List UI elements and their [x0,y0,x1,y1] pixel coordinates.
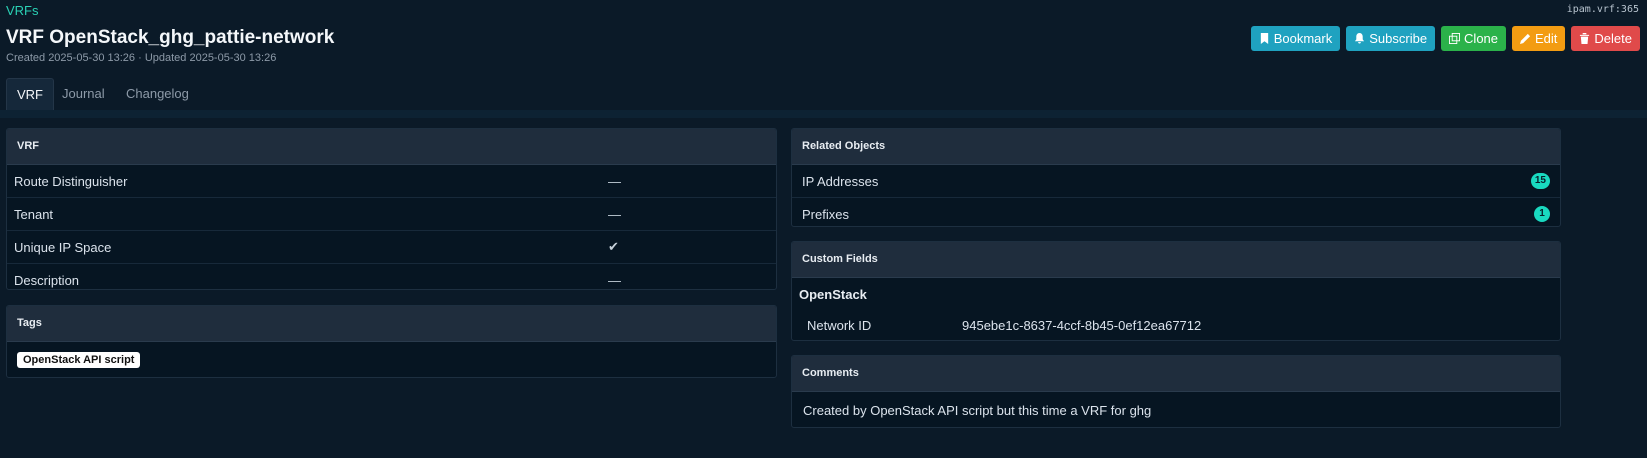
custom-field-row: Network ID 945ebe1c-8637-4ccf-8b45-0ef12… [792,309,1560,340]
bookmark-button-label: Bookmark [1273,31,1333,46]
attr-row-description: Description — [7,264,776,289]
copy-icon [1449,33,1461,44]
bookmark-icon [1260,33,1268,44]
pencil-icon [1520,33,1531,44]
edit-button[interactable]: Edit [1512,26,1566,51]
page-timestamps: Created 2025-05-30 13:26 · Updated 2025-… [6,52,277,64]
subscribe-button[interactable]: Subscribe [1346,26,1436,51]
count-badge: 15 [1530,173,1550,189]
bell-icon [1355,33,1365,44]
tags-card: Tags OpenStack API script [6,305,777,378]
vrf-card-header: VRF [7,129,776,165]
page-title: VRF OpenStack_ghg_pattie-network [6,27,335,48]
edit-button-label: Edit [1535,31,1558,46]
attr-value: — [608,206,621,222]
related-row-prefixes[interactable]: Prefixes 1 [792,198,1560,226]
attr-row-route-distinguisher: Route Distinguisher — [7,165,776,198]
attr-value: — [608,272,621,288]
attr-row-tenant: Tenant — [7,198,776,231]
comment-text: Created by OpenStack API script but this… [803,403,1152,418]
custom-field-label: Network ID [807,317,872,333]
object-actions: Bookmark Subscribe Clone Edit Delete [1250,26,1640,51]
delete-button[interactable]: Delete [1571,26,1640,51]
object-identifier: ipam.vrf:365 [1566,4,1639,15]
clone-button[interactable]: Clone [1441,26,1507,51]
custom-field-value: 945ebe1c-8637-4ccf-8b45-0ef12ea67712 [962,317,1202,333]
attr-label: Route Distinguisher [14,173,128,189]
clone-button-label: Clone [1464,31,1499,46]
comments-header: Comments [792,356,1560,392]
attr-row-unique-ip-space: Unique IP Space ✔ [7,231,776,264]
tab-journal[interactable]: Journal [52,78,115,110]
subscribe-button-label: Subscribe [1369,31,1428,46]
object-tabs: VRF Journal Changelog [6,78,1647,110]
trash-icon [1580,33,1590,44]
related-label[interactable]: IP Addresses [802,174,878,189]
attr-label: Unique IP Space [14,239,112,255]
breadcrumb-vrfs-link[interactable]: VRFs [6,3,39,18]
tag-badge[interactable]: OpenStack API script [17,352,141,368]
related-objects-header: Related Objects [792,129,1560,165]
related-label[interactable]: Prefixes [802,207,849,222]
custom-field-group-title: OpenStack [799,287,867,302]
related-objects-card: Related Objects IP Addresses 15 Prefixes… [791,128,1561,227]
comments-card: Comments Created by OpenStack API script… [791,355,1561,428]
tab-changelog[interactable]: Changelog [116,78,199,110]
custom-fields-card: Custom Fields OpenStack Network ID 945eb… [791,241,1561,341]
delete-button-label: Delete [1594,31,1632,46]
vrf-attributes-card: VRF Route Distinguisher — Tenant — Uniqu… [6,128,777,290]
tags-card-header: Tags [7,306,776,342]
check-icon: ✔ [608,239,619,254]
attr-label: Description [14,272,80,288]
related-row-ip-addresses[interactable]: IP Addresses 15 [792,165,1560,198]
tab-vrf[interactable]: VRF [6,78,54,110]
attr-label: Tenant [14,206,54,222]
count-badge: 1 [1534,206,1550,222]
tab-content-divider [0,110,1647,118]
attr-value: — [608,173,621,189]
custom-fields-header: Custom Fields [792,242,1560,278]
bookmark-button[interactable]: Bookmark [1250,26,1341,51]
